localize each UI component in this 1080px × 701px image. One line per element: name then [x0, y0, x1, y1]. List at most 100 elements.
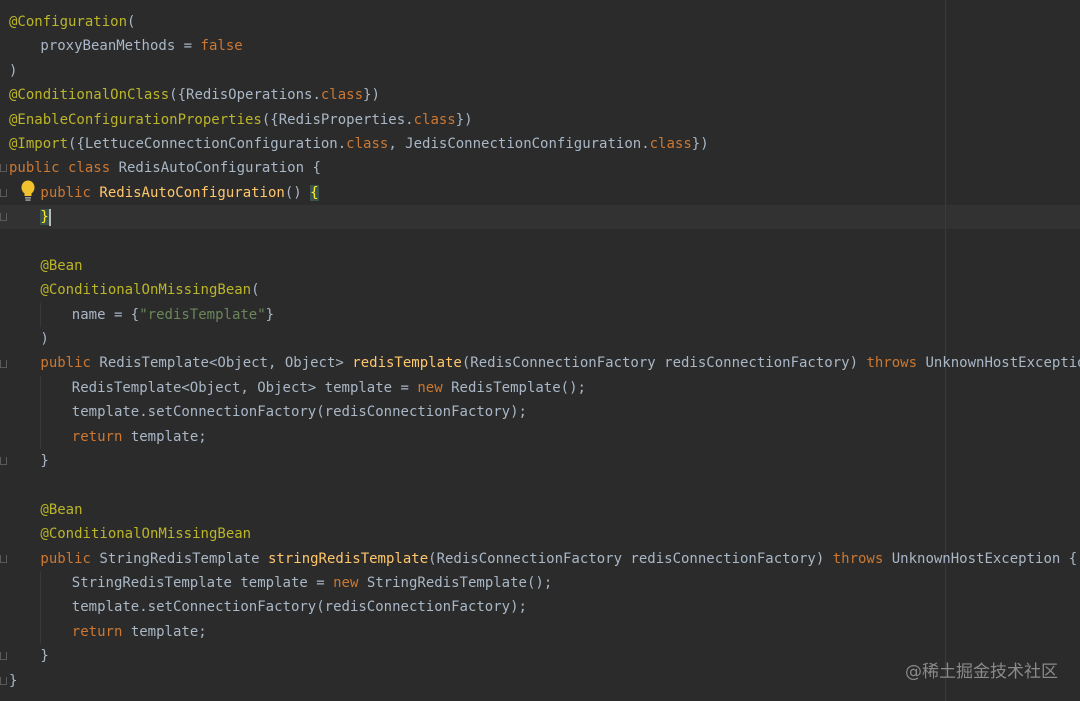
code-token: ( — [251, 282, 260, 299]
code-token: public — [40, 550, 100, 567]
code-line[interactable]: @Import({LettuceConnectionConfiguration.… — [9, 132, 1069, 156]
indent-guide — [40, 619, 42, 645]
indent-guide — [40, 570, 42, 596]
code-token: }) — [455, 111, 473, 128]
code-token: ({LettuceConnectionConfiguration. — [68, 135, 347, 152]
code-token: stringRedisTemplate — [267, 550, 429, 567]
lightbulb-icon[interactable] — [20, 180, 36, 202]
fold-marker-icon[interactable] — [0, 188, 7, 197]
code-token: false — [200, 38, 243, 55]
indent-guide — [40, 375, 42, 401]
code-token: ({RedisProperties. — [261, 111, 414, 128]
code-token: class — [320, 87, 364, 104]
code-token: @Bean — [40, 501, 83, 518]
fold-marker-icon[interactable] — [0, 164, 7, 173]
code-line[interactable]: @ConditionalOnMissingBean — [9, 522, 1069, 546]
code-line[interactable]: name = {"redisTemplate"} — [9, 302, 1069, 328]
code-line[interactable]: public class RedisAutoConfiguration { — [9, 156, 1069, 180]
code-token: public — [40, 355, 100, 372]
code-line[interactable]: return template; — [9, 424, 1069, 450]
code-token: class — [413, 111, 456, 128]
code-line[interactable]: ) — [9, 327, 1069, 351]
code-line[interactable]: public StringRedisTemplate stringRedisTe… — [9, 547, 1077, 571]
code-line[interactable]: StringRedisTemplate template = new Strin… — [9, 570, 1069, 596]
code-line[interactable]: @Configuration( — [9, 10, 1069, 34]
code-token: proxyBeanMethods = — [40, 38, 201, 55]
code-token: (RedisConnectionFactory redisConnectionF… — [461, 355, 867, 372]
code-token: class — [649, 135, 692, 152]
fold-marker-icon[interactable] — [0, 359, 7, 368]
code-token: StringRedisTemplate — [99, 550, 268, 567]
code-editor[interactable]: @Configuration(proxyBeanMethods = false)… — [0, 0, 1080, 701]
fold-marker-icon[interactable] — [0, 652, 7, 661]
code-line[interactable]: } — [9, 449, 1069, 473]
code-token: class — [346, 135, 389, 152]
code-line[interactable]: template.setConnectionFactory(redisConne… — [9, 595, 1069, 620]
fold-marker-icon[interactable] — [0, 676, 7, 685]
code-token: }) — [363, 87, 380, 104]
code-token: redisTemplate — [352, 355, 462, 372]
indent-guide — [40, 400, 42, 425]
editor-gutter[interactable] — [0, 0, 8, 701]
code-token: } — [40, 648, 49, 665]
code-line[interactable]: public RedisAutoConfiguration() { — [9, 181, 1069, 205]
fold-marker-icon[interactable] — [0, 213, 7, 222]
code-lines[interactable]: @Configuration(proxyBeanMethods = false)… — [9, 10, 1080, 693]
code-token: StringRedisTemplate(); — [366, 574, 553, 591]
code-line[interactable]: @Bean — [9, 254, 1069, 278]
code-token: () — [284, 184, 311, 201]
code-token: @Bean — [40, 257, 83, 274]
code-token: @EnableConfigurationProperties — [9, 111, 262, 128]
code-token: } — [9, 672, 18, 689]
code-line[interactable]: } — [9, 205, 1069, 229]
code-token: ) — [40, 331, 49, 348]
code-token: throws — [832, 550, 892, 567]
fold-marker-icon[interactable] — [0, 554, 7, 563]
code-token: UnknownHostException { — [891, 550, 1078, 567]
code-line[interactable]: proxyBeanMethods = false — [9, 34, 1069, 58]
code-token: @ConditionalOnMissingBean — [40, 526, 252, 543]
fold-marker-icon[interactable] — [0, 457, 7, 466]
code-token: UnknownHostException { — [925, 355, 1080, 372]
code-token: "redisTemplate" — [139, 306, 266, 323]
code-line[interactable]: RedisTemplate<Object, Object> template =… — [9, 375, 1069, 401]
code-token: (RedisConnectionFactory redisConnectionF… — [428, 550, 833, 567]
code-line[interactable]: public RedisTemplate<Object, Object> red… — [9, 351, 1080, 375]
text-caret — [48, 208, 51, 226]
code-line[interactable] — [9, 230, 1069, 254]
code-line[interactable]: @ConditionalOnMissingBean( — [9, 278, 1069, 302]
indent-guide — [40, 424, 42, 450]
code-token: @ConditionalOnClass — [9, 87, 170, 104]
code-token: } — [40, 453, 49, 470]
code-token: throws — [866, 355, 926, 372]
code-token: public class — [9, 160, 119, 177]
code-token: template; — [130, 428, 207, 445]
code-token: @Configuration — [9, 14, 128, 30]
indent-guide — [40, 302, 42, 328]
code-line[interactable]: @Bean — [9, 498, 1069, 522]
code-line[interactable]: return template; — [9, 619, 1069, 645]
code-token: } — [40, 209, 49, 226]
code-token: ({RedisOperations. — [169, 87, 321, 104]
code-token: RedisTemplate<Object, Object> template = — [71, 379, 418, 396]
code-token: template.setConnectionFactory(redisConne… — [71, 404, 527, 421]
indent-guide — [40, 595, 42, 620]
code-token: ) — [9, 62, 18, 79]
code-line[interactable]: @EnableConfigurationProperties({RedisPro… — [9, 108, 1069, 132]
code-token: template.setConnectionFactory(redisConne… — [71, 599, 527, 616]
code-line[interactable] — [9, 473, 1069, 497]
code-line[interactable]: @ConditionalOnClass({RedisOperations.cla… — [9, 83, 1069, 107]
code-token: @Import — [9, 135, 69, 152]
code-token: @ConditionalOnMissingBean — [40, 282, 252, 299]
code-line[interactable]: ) — [9, 59, 1069, 83]
code-token: name = { — [71, 306, 140, 323]
code-token: public — [40, 184, 100, 201]
code-token: , JedisConnectionConfiguration. — [388, 135, 650, 152]
code-token: return — [71, 428, 131, 445]
code-token: }) — [691, 135, 709, 152]
watermark-text: @稀土掘金技术社区 — [905, 662, 1058, 682]
code-token: StringRedisTemplate template = — [71, 574, 334, 591]
code-token: return — [71, 623, 131, 640]
code-line[interactable]: template.setConnectionFactory(redisConne… — [9, 400, 1069, 425]
code-token: ( — [127, 14, 136, 30]
